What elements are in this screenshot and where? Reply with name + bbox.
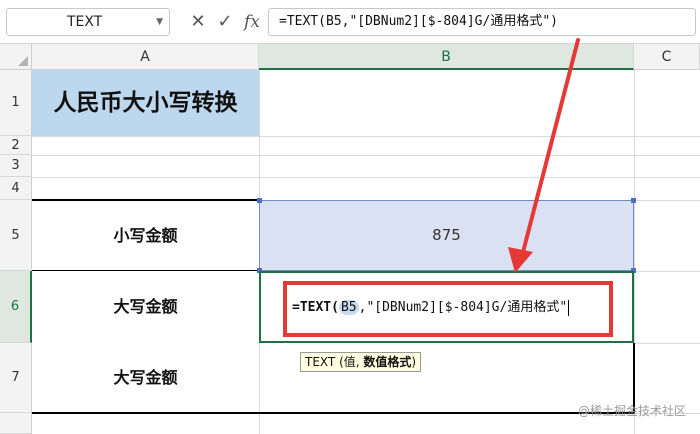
watermark: @稀土掘金技术社区 [577,404,686,418]
annotation-arrow-icon [508,38,580,273]
